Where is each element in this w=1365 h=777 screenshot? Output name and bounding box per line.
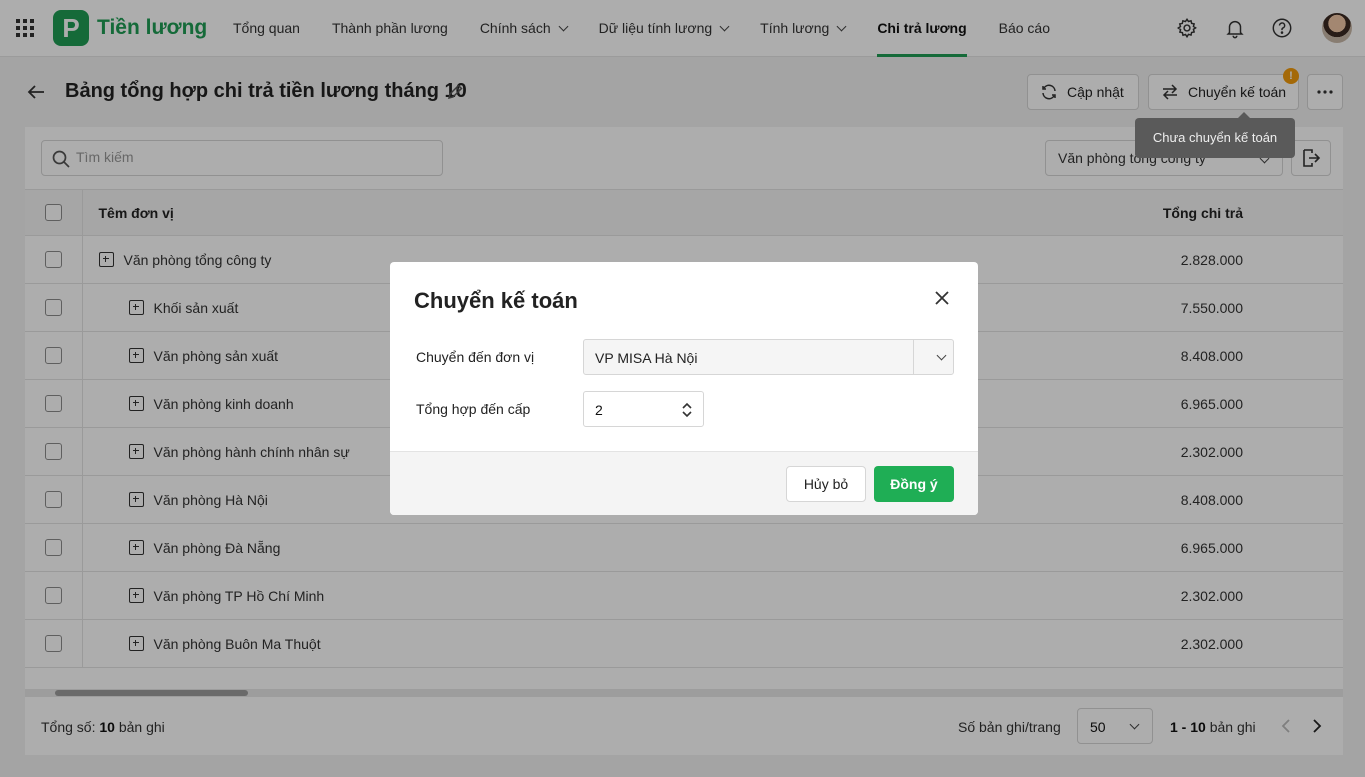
target-unit-combobox[interactable]: VP MISA Hà Nội [583,339,954,375]
chevron-down-icon [936,350,947,361]
cancel-button[interactable]: Hủy bỏ [786,466,866,502]
dialog-footer: Hủy bỏ Đồng ý [390,451,978,515]
dialog-title: Chuyển kế toán [414,288,578,313]
combobox-dropdown-button[interactable] [913,340,953,374]
summary-level-label: Tổng hợp đến cấp [416,401,531,417]
target-unit-value: VP MISA Hà Nội [595,350,698,366]
summary-level-stepper[interactable]: 2 [583,391,704,427]
stepper-arrows-icon[interactable] [681,400,693,420]
confirm-button[interactable]: Đồng ý [874,466,954,502]
summary-level-value: 2 [595,402,603,418]
transfer-accounting-dialog: Chuyển kế toán Chuyển đến đơn vị VP MISA… [390,262,978,515]
close-icon[interactable] [934,290,950,306]
target-unit-label: Chuyển đến đơn vị [416,349,535,365]
transfer-status-tooltip: Chưa chuyển kế toán [1135,112,1295,158]
